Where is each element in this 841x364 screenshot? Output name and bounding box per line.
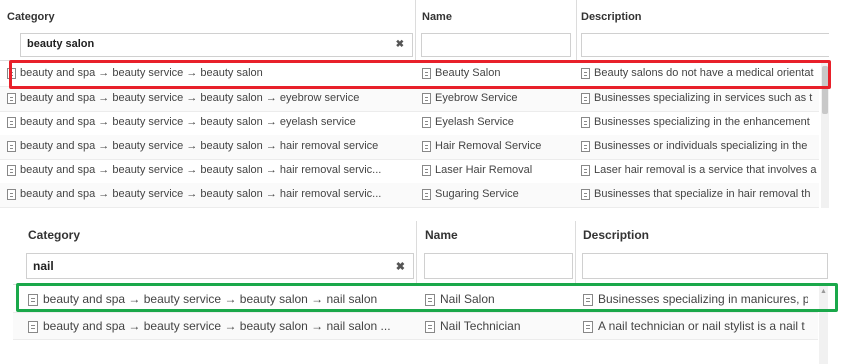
name-cell: Eyelash Service (422, 116, 572, 128)
document-icon (422, 140, 431, 152)
name-cell: Beauty Salon (422, 67, 572, 79)
name-filter-input[interactable] (422, 34, 541, 46)
description-cell: A nail technician or nail stylist is a n… (583, 319, 808, 333)
document-icon (422, 116, 431, 128)
document-icon (7, 92, 16, 104)
category-cell: beauty and spa → beauty service → beauty… (28, 319, 418, 333)
name-cell: Nail Salon (425, 292, 573, 306)
description-cell: Laser hair removal is a service that inv… (581, 164, 821, 176)
document-icon (7, 67, 16, 79)
document-icon (581, 164, 590, 176)
column-header-name[interactable]: Name (425, 228, 458, 242)
table-row[interactable]: beauty and spa → beauty service → beauty… (13, 313, 818, 340)
column-header-name[interactable]: Name (422, 11, 452, 23)
name-cell: Sugaring Service (422, 188, 572, 200)
column-header-description[interactable]: Description (583, 228, 649, 242)
vertical-scrollbar[interactable] (821, 62, 829, 208)
vertical-scrollbar[interactable]: ▲ (819, 286, 828, 364)
document-icon (583, 320, 593, 333)
description-cell: Businesses specializing in the enhanceme… (581, 116, 821, 128)
table-body: beauty and spa → beauty service → beauty… (13, 286, 818, 364)
clear-filter-icon[interactable]: ✖ (396, 260, 405, 273)
description-cell: Businesses or individuals specializing i… (581, 140, 821, 152)
scrollbar-thumb[interactable] (822, 66, 828, 114)
name-cell: Eyebrow Service (422, 92, 572, 104)
description-filter-input[interactable] (582, 34, 789, 46)
name-filter-field[interactable] (424, 253, 573, 279)
description-cell: Businesses specializing in services such… (581, 92, 821, 104)
name-cell: Hair Removal Service (422, 140, 572, 152)
clear-filter-icon[interactable]: ✖ (396, 39, 404, 50)
document-icon (581, 140, 590, 152)
category-filter-field[interactable]: ✖ (20, 33, 413, 57)
document-icon (425, 293, 435, 306)
column-divider (415, 0, 416, 60)
table-row[interactable]: beauty and spa → beauty service → beauty… (0, 87, 819, 112)
scroll-up-arrow-icon[interactable]: ▲ (819, 288, 828, 295)
document-icon (583, 293, 593, 306)
description-filter-field[interactable] (581, 33, 829, 57)
description-cell: Businesses that specialize in hair remov… (581, 188, 821, 200)
document-icon (28, 320, 38, 333)
document-icon (422, 164, 431, 176)
category-cell: beauty and spa → beauty service → beauty… (7, 116, 407, 128)
document-icon (422, 188, 431, 200)
description-filter-input[interactable] (583, 254, 779, 268)
document-icon (425, 320, 435, 333)
column-divider (576, 0, 577, 60)
document-icon (581, 188, 590, 200)
category-cell: beauty and spa → beauty service → beauty… (7, 67, 407, 79)
table-row[interactable]: beauty and spa → beauty service → beauty… (0, 111, 819, 136)
document-icon (7, 164, 16, 176)
document-icon (7, 140, 16, 152)
document-icon (7, 188, 16, 200)
category-cell: beauty and spa → beauty service → beauty… (7, 140, 407, 152)
description-cell: Beauty salons do not have a medical orie… (581, 67, 821, 79)
name-filter-field[interactable] (421, 33, 571, 57)
column-header-category[interactable]: Category (7, 11, 55, 23)
table-body: beauty and spa → beauty service → beauty… (0, 62, 819, 208)
name-cell: Laser Hair Removal (422, 164, 572, 176)
category-cell: beauty and spa → beauty service → beauty… (28, 292, 418, 306)
table-row[interactable]: beauty and spa → beauty service → beauty… (0, 62, 819, 87)
category-filter-input[interactable] (33, 259, 333, 273)
category-filter-field[interactable]: ✖ (26, 253, 414, 279)
name-filter-input[interactable] (425, 254, 543, 268)
column-divider (575, 221, 576, 284)
column-header-category[interactable]: Category (28, 228, 80, 242)
document-icon (581, 67, 590, 79)
description-filter-field[interactable] (582, 253, 828, 279)
column-header-description[interactable]: Description (581, 11, 642, 23)
category-cell: beauty and spa → beauty service → beauty… (7, 92, 407, 104)
column-divider (416, 221, 417, 284)
table-row[interactable]: beauty and spa → beauty service → beauty… (0, 135, 819, 160)
table-header: Category Name Description ✖ (13, 221, 828, 285)
category-filter-input[interactable] (27, 38, 331, 50)
table-row[interactable]: beauty and spa → beauty service → beauty… (0, 159, 819, 184)
table-panel-beauty-salon: Category Name Description ✖ beauty and s… (0, 0, 829, 208)
document-icon (581, 92, 590, 104)
category-cell: beauty and spa → beauty service → beauty… (7, 188, 407, 200)
table-row[interactable]: beauty and spa → beauty service → beauty… (13, 286, 818, 313)
name-cell: Nail Technician (425, 319, 573, 333)
category-cell: beauty and spa → beauty service → beauty… (7, 164, 407, 176)
description-cell: Businesses specializing in manicures, p (583, 292, 808, 306)
document-icon (28, 293, 38, 306)
document-icon (422, 67, 431, 79)
document-icon (7, 116, 16, 128)
table-panel-nail: Category Name Description ✖ beauty and s… (13, 221, 828, 364)
document-icon (422, 92, 431, 104)
table-row[interactable]: beauty and spa → beauty service → beauty… (0, 183, 819, 208)
document-icon (581, 116, 590, 128)
